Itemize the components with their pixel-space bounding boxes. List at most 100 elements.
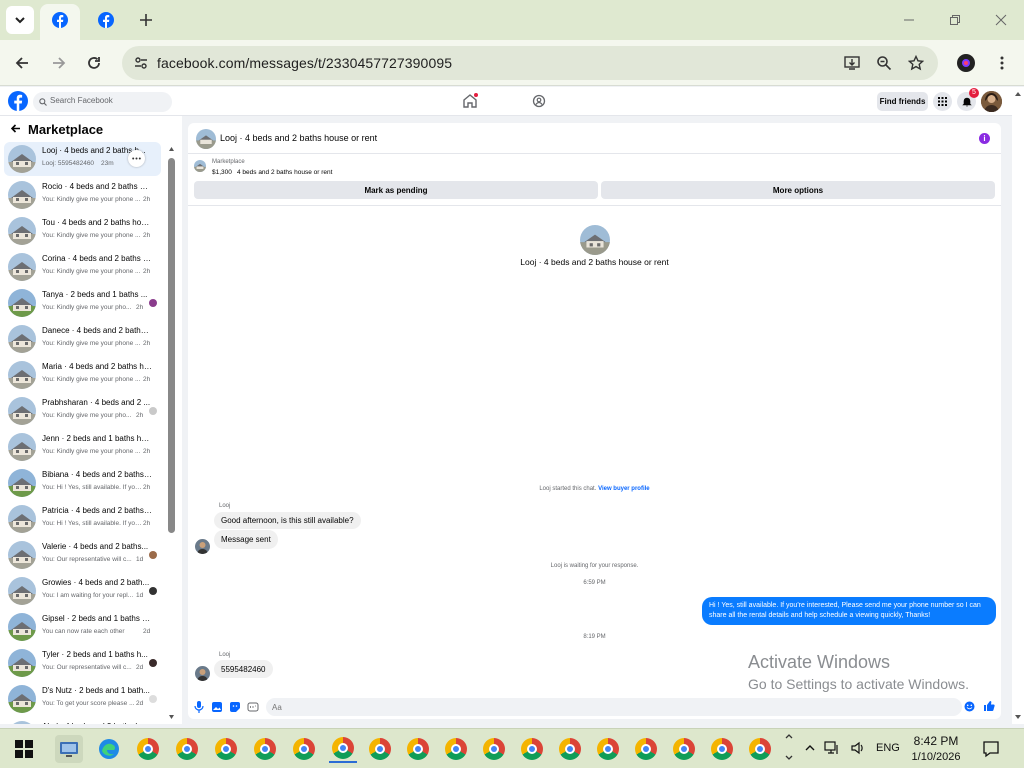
- attach-photo-button[interactable]: [211, 701, 223, 713]
- conversation-item[interactable]: Valerie · 4 beds and 2 baths... You: Our …: [4, 538, 161, 572]
- sidebar-scrollbar[interactable]: [167, 146, 176, 720]
- notification-center-button[interactable]: [982, 740, 1000, 758]
- taskbar-chrome-3[interactable]: [212, 735, 240, 763]
- sender-avatar[interactable]: [195, 539, 210, 554]
- taskbar-chrome-7[interactable]: [366, 735, 394, 763]
- conversation-item[interactable]: Patricia · 4 beds and 2 baths h... You: H…: [4, 502, 161, 536]
- tab-search-button[interactable]: [6, 6, 34, 34]
- conversation-item[interactable]: Growies · 4 beds and 2 bath... You: I am …: [4, 574, 161, 608]
- network-button[interactable]: [824, 741, 840, 755]
- info-button[interactable]: i: [979, 133, 990, 144]
- listing-title[interactable]: 4 beds and 2 baths house or rent: [237, 169, 332, 176]
- notifications-button[interactable]: 5: [957, 88, 979, 111]
- taskbar-chrome-11[interactable]: [518, 735, 546, 763]
- facebook-logo-icon[interactable]: [8, 91, 28, 111]
- conversation-title: Tanya · 2 beds and 1 baths ...: [42, 290, 148, 299]
- incoming-message[interactable]: Good afternoon, is this still available?: [214, 512, 361, 529]
- outgoing-message[interactable]: Hi ! Yes, still available. If you're int…: [702, 597, 996, 625]
- mark-as-pending-button[interactable]: Mark as pending: [194, 181, 598, 199]
- taskbar-chrome-16[interactable]: [708, 735, 736, 763]
- new-tab-button[interactable]: [132, 6, 160, 34]
- taskbar-chrome-profile-a[interactable]: [134, 735, 162, 763]
- menu-button[interactable]: [933, 92, 952, 111]
- taskbar-chrome-9[interactable]: [442, 735, 470, 763]
- voice-clip-button[interactable]: [194, 701, 204, 713]
- back-button[interactable]: [10, 51, 34, 75]
- start-button[interactable]: [10, 735, 38, 763]
- conversation-options-button[interactable]: [128, 150, 145, 167]
- minimize-button[interactable]: [897, 8, 921, 32]
- conversation-item[interactable]: Danece · 4 beds and 2 baths h... You: Kin…: [4, 322, 161, 356]
- conversation-item[interactable]: Rocio · 4 beds and 2 baths ho... You: Kin…: [4, 178, 161, 212]
- forward-button[interactable]: [47, 51, 71, 75]
- conversation-item[interactable]: Abel · 4 beds and 2 baths hou...: [4, 718, 161, 724]
- close-window-button[interactable]: [989, 8, 1013, 32]
- conversation-item[interactable]: Maria · 4 beds and 2 baths ho... You: Kin…: [4, 358, 161, 392]
- facebook-search-field[interactable]: Search Facebook: [33, 92, 172, 112]
- more-options-button[interactable]: More options: [601, 181, 995, 199]
- taskbar-app-edge[interactable]: [95, 735, 123, 763]
- home-nav-button[interactable]: [462, 93, 478, 109]
- chat-header-title[interactable]: Looj · 4 beds and 2 baths house or rent: [220, 133, 377, 143]
- sidebar-scroll-thumb[interactable]: [168, 158, 175, 533]
- groups-nav-button[interactable]: [532, 94, 546, 108]
- back-button[interactable]: [10, 123, 21, 134]
- restore-button[interactable]: [943, 8, 967, 32]
- chat-avatar[interactable]: [196, 129, 216, 149]
- show-hidden-icons-button[interactable]: [804, 742, 816, 754]
- conversation-item[interactable]: Gipsel · 2 beds and 1 baths ho... You can…: [4, 610, 161, 644]
- zoom-button[interactable]: [872, 51, 896, 75]
- tab-facebook-2[interactable]: [92, 6, 120, 34]
- install-app-button[interactable]: [840, 51, 864, 75]
- conversation-item[interactable]: Looj · 4 beds and 2 baths h... Looj: 5595…: [4, 142, 161, 176]
- conversation-item[interactable]: Bibiana · 4 beds and 2 baths h... You: Hi…: [4, 466, 161, 500]
- taskbar-chrome-13[interactable]: [594, 735, 622, 763]
- sender-avatar[interactable]: [195, 666, 210, 681]
- taskbar-chrome-10[interactable]: [480, 735, 508, 763]
- gif-button[interactable]: [247, 701, 259, 713]
- taskbar-chrome-active[interactable]: [329, 735, 357, 763]
- address-bar[interactable]: facebook.com/messages/t/2330457727390095: [122, 46, 938, 80]
- house-thumbnail-image: [8, 721, 36, 724]
- conversation-item[interactable]: Corina · 4 beds and 2 baths h... You: Kin…: [4, 250, 161, 284]
- conversation-item[interactable]: Tyler · 2 beds and 1 baths h... You: Our …: [4, 646, 161, 680]
- conversation-item[interactable]: Prabhsharan · 4 beds and 2 ... You: Kindl…: [4, 394, 161, 428]
- like-button[interactable]: [983, 700, 995, 712]
- taskbar-chrome-15[interactable]: [670, 735, 698, 763]
- emoji-button[interactable]: [964, 701, 975, 712]
- conversation-item[interactable]: Jenn · 2 beds and 1 baths hou... You: Kin…: [4, 430, 161, 464]
- browser-menu-button[interactable]: [990, 51, 1014, 75]
- incoming-message[interactable]: Message sent: [214, 530, 278, 549]
- message-input[interactable]: [266, 698, 962, 716]
- taskbar-chrome-2[interactable]: [173, 735, 201, 763]
- view-buyer-profile-link[interactable]: View buyer profile: [598, 486, 650, 492]
- taskbar-chrome-12[interactable]: [556, 735, 584, 763]
- taskbar-chrome-4[interactable]: [251, 735, 279, 763]
- incoming-message[interactable]: 5595482460: [214, 660, 273, 678]
- taskbar-chrome-5[interactable]: [290, 735, 318, 763]
- tab-facebook-active[interactable]: [40, 4, 80, 40]
- conversation-item[interactable]: Tanya · 2 beds and 1 baths ... You: Kindl…: [4, 286, 161, 320]
- find-friends-button[interactable]: Find friends: [877, 92, 928, 111]
- taskbar-chrome-17[interactable]: [746, 735, 774, 763]
- input-language[interactable]: ENG: [876, 742, 900, 754]
- page-scrollbar[interactable]: [1012, 87, 1024, 724]
- reload-button[interactable]: [82, 51, 106, 75]
- clock-date[interactable]: 1/10/2026: [906, 751, 966, 763]
- conversation-item[interactable]: D's Nutz · 2 beds and 1 bath... You: To g…: [4, 682, 161, 716]
- taskbar-chrome-14[interactable]: [632, 735, 660, 763]
- house-thumbnail-image: [8, 361, 36, 389]
- account-avatar[interactable]: [981, 91, 1002, 112]
- scroll-up-icon: [169, 147, 174, 151]
- taskbar-chrome-8[interactable]: [404, 735, 432, 763]
- taskbar-scroll-down[interactable]: [784, 753, 794, 763]
- volume-button[interactable]: [850, 741, 866, 755]
- taskbar-scroll-up[interactable]: [784, 731, 794, 741]
- sticker-button[interactable]: [229, 701, 241, 713]
- clock-time[interactable]: 8:42 PM: [906, 734, 966, 748]
- taskbar-app-remote[interactable]: [55, 735, 83, 763]
- profile-extension-button[interactable]: [954, 51, 978, 75]
- url-text[interactable]: facebook.com/messages/t/2330457727390095: [157, 55, 452, 71]
- conversation-item[interactable]: Tou · 4 beds and 2 baths hous... You: Kin…: [4, 214, 161, 248]
- bookmark-button[interactable]: [904, 51, 928, 75]
